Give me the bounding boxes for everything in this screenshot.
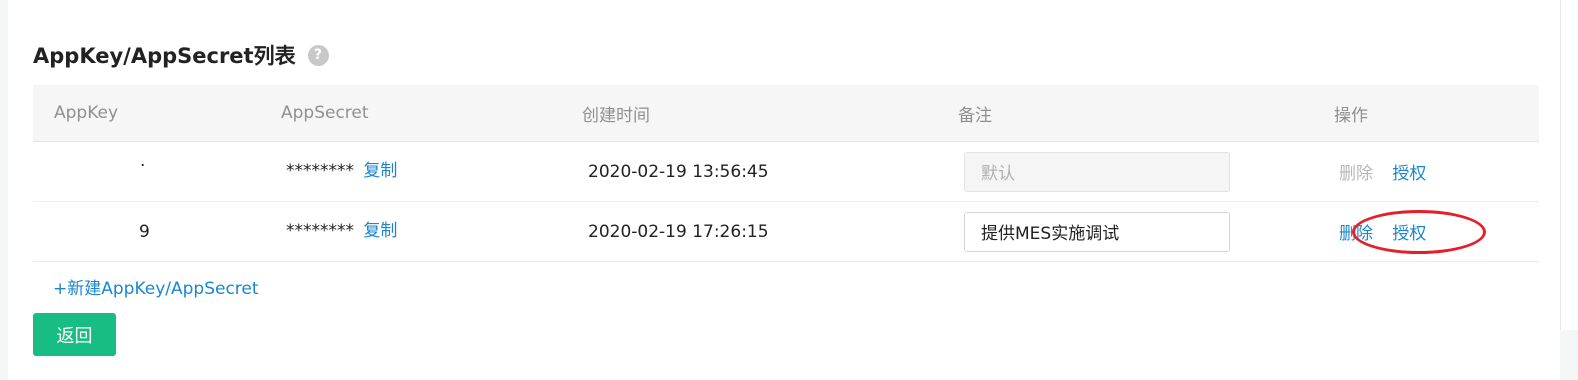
created-value: 2020-02-19 17:26:15	[588, 221, 769, 242]
new-appkey-link[interactable]: +新建AppKey/AppSecret	[53, 274, 259, 299]
actions-cell: 删除 授权	[1313, 141, 1539, 202]
table-header-row: AppKey AppSecret 创建时间 备注 操作	[33, 85, 1539, 142]
back-button[interactable]: 返回	[33, 313, 116, 356]
appkey-cell: ·	[33, 141, 260, 202]
authorize-link[interactable]: 授权	[1392, 164, 1426, 184]
table-row: · ******** 复制 2020-02-19 13:56:45 删除 授权	[33, 138, 1539, 202]
content-panel: AppKey/AppSecret列表 ? AppKey AppSecret 创建…	[8, 0, 1560, 380]
delete-link: 删除	[1339, 164, 1373, 184]
header-appsecret: AppSecret	[260, 85, 561, 142]
header-appkey: AppKey	[33, 85, 260, 142]
created-cell: 2020-02-19 13:56:45	[561, 141, 937, 202]
table-row: 9 ******** 复制 2020-02-19 17:26:15 删除 授权	[33, 198, 1539, 262]
appsecret-mask: ********	[286, 221, 354, 241]
page-title: AppKey/AppSecret列表	[33, 44, 296, 68]
help-icon[interactable]: ?	[307, 44, 329, 66]
remark-cell	[937, 141, 1313, 202]
scroll-edge	[1560, 0, 1578, 330]
appsecret-mask: ********	[286, 161, 354, 181]
copy-link[interactable]: 复制	[363, 221, 397, 241]
remark-input	[964, 151, 1230, 192]
appkey-value: ·	[140, 155, 146, 176]
remark-cell	[937, 201, 1313, 262]
remark-input[interactable]	[964, 211, 1230, 252]
copy-link[interactable]: 复制	[363, 161, 397, 181]
delete-link[interactable]: 删除	[1339, 224, 1373, 244]
appkey-cell: 9	[33, 201, 260, 262]
appsecret-cell: ******** 复制	[260, 138, 561, 199]
appkey-table: AppKey AppSecret 创建时间 备注 操作 · ******** 复…	[33, 85, 1539, 262]
header-remark: 备注	[937, 85, 1313, 142]
header-actions: 操作	[1313, 85, 1539, 142]
appkey-value: 9	[139, 221, 150, 242]
title-row: AppKey/AppSecret列表 ?	[33, 40, 329, 70]
authorize-link[interactable]: 授权	[1392, 224, 1426, 244]
header-created: 创建时间	[561, 85, 937, 142]
created-cell: 2020-02-19 17:26:15	[561, 201, 937, 262]
appsecret-cell: ******** 复制	[260, 198, 561, 259]
created-value: 2020-02-19 13:56:45	[588, 161, 769, 182]
actions-cell: 删除 授权	[1313, 201, 1539, 262]
